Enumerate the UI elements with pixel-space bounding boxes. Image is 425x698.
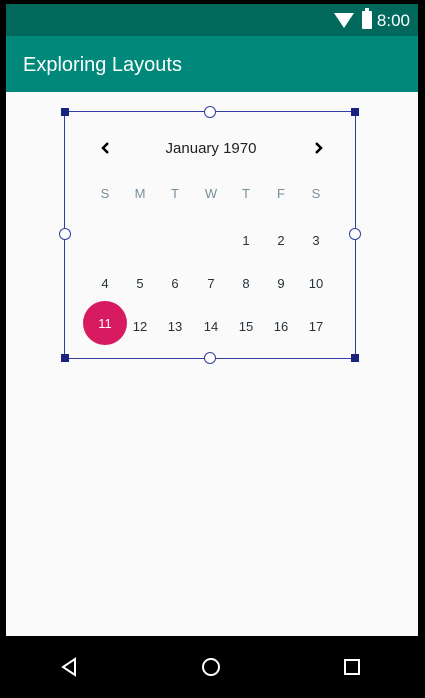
wifi-icon <box>334 13 354 28</box>
recents-icon <box>344 659 360 675</box>
recents-button[interactable] <box>339 654 365 680</box>
constraint-handle-top[interactable] <box>204 106 216 118</box>
calendar-day[interactable]: 16 <box>263 319 299 335</box>
back-button[interactable] <box>56 654 82 680</box>
status-time: 8:00 <box>376 11 410 30</box>
calendar-day[interactable]: 4 <box>87 276 123 292</box>
weekday-label: S <box>100 186 110 201</box>
calendar-day[interactable]: 5 <box>122 276 158 292</box>
resize-handle-top-left[interactable] <box>61 108 69 116</box>
weekday-header-row: S M T W T F S <box>65 186 357 206</box>
calendar-day[interactable]: 8 <box>228 276 264 292</box>
constraint-handle-left[interactable] <box>59 228 71 240</box>
calendar-day[interactable]: 1 <box>228 233 264 249</box>
resize-handle-bottom-left[interactable] <box>61 354 69 362</box>
resize-handle-top-right[interactable] <box>351 108 359 116</box>
calendar-day[interactable]: 7 <box>193 276 229 292</box>
constraint-handle-bottom[interactable] <box>204 352 216 364</box>
app-title: Exploring Layouts <box>23 54 182 76</box>
calendar-day[interactable]: 17 <box>298 319 334 335</box>
constraint-handle-right[interactable] <box>349 228 361 240</box>
next-month-button[interactable] <box>309 139 327 157</box>
weekday-label: T <box>171 186 179 201</box>
device: 8:00 Exploring Layouts January 1970 S M … <box>0 0 425 698</box>
screen: 8:00 Exploring Layouts January 1970 S M … <box>6 4 418 696</box>
weekday-label: W <box>204 186 218 201</box>
weekday-label: S <box>311 186 321 201</box>
calendar-header: January 1970 <box>65 131 357 165</box>
calendar-day[interactable]: 13 <box>157 319 193 335</box>
calendar-view-selection[interactable]: January 1970 S M T W T F S 1 2 3 4 5 6 7… <box>59 106 361 364</box>
calendar-day[interactable]: 10 <box>298 276 334 292</box>
chevron-right-icon <box>315 142 323 154</box>
calendar-day[interactable]: 12 <box>122 319 158 335</box>
calendar-day[interactable]: 2 <box>263 233 299 249</box>
app-bar: Exploring Layouts <box>6 36 418 92</box>
weekday-label: M <box>134 186 146 201</box>
calendar-day[interactable]: 3 <box>298 233 334 249</box>
resize-handle-bottom-right[interactable] <box>351 354 359 362</box>
selected-calendar-day[interactable]: 11 <box>83 301 127 345</box>
system-navigation-bar <box>0 636 425 698</box>
battery-icon <box>362 8 372 29</box>
weekday-label: T <box>242 186 250 201</box>
calendar-day[interactable]: 6 <box>157 276 193 292</box>
weekday-label: F <box>277 186 285 201</box>
calendar-day[interactable]: 9 <box>263 276 299 292</box>
calendar-day[interactable]: 15 <box>228 319 264 335</box>
calendar-day[interactable]: 14 <box>193 319 229 335</box>
status-bar: 8:00 <box>6 4 418 36</box>
home-icon <box>202 658 220 676</box>
home-button[interactable] <box>198 654 224 680</box>
content-area: January 1970 S M T W T F S 1 2 3 4 5 6 7… <box>6 92 418 638</box>
back-icon <box>61 657 76 677</box>
